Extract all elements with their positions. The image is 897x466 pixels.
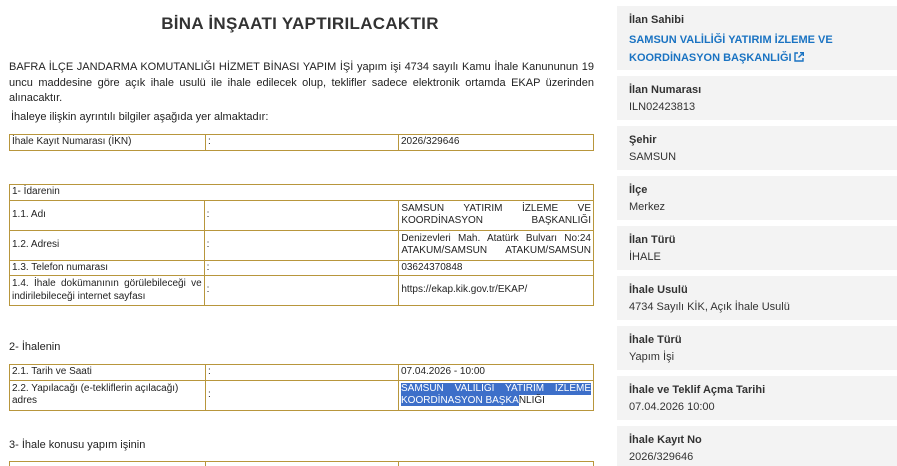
idare-address-sep: :	[203, 229, 400, 261]
idare-address-value: Denizevleri Mah. Atatürk Bulvarı No:24 A…	[398, 229, 594, 261]
table-row: 1.2. Adresi : Denizevleri Mah. Atatürk B…	[9, 229, 594, 261]
idare-web-label: 1.4. İhale dokümanının görülebileceği ve…	[9, 275, 205, 306]
ihale-address-value[interactable]: SAMSUN VALİLİĞİ YATIRIM İZLEME KOORDİNAS…	[398, 379, 594, 411]
konu-cell	[398, 461, 594, 466]
info-card-sehir: Şehir SAMSUN	[617, 126, 897, 170]
ihale-address-label: 2.2. Yapılacağı (e-tekliflerin açılacağı…	[9, 379, 206, 411]
idare-phone-sep: :	[203, 259, 400, 276]
table-row: 1.3. Telefon numarası : 03624370848	[9, 259, 594, 276]
unselected-text: NLIĞI	[518, 395, 545, 406]
idare-phone-value: 03624370848	[398, 259, 594, 276]
info-card-ilce: İlçe Merkez	[617, 176, 897, 220]
info-label: Şehir	[629, 134, 657, 146]
info-label: İhale Usulü	[629, 284, 688, 296]
ihale-address-sep: :	[205, 379, 399, 411]
ikn-sep: :	[205, 134, 399, 151]
idare-name-value: SAMSUN YATIRIM İZLEME VE KOORDİNASYON BA…	[398, 199, 594, 231]
info-label: İlan Türü	[629, 234, 676, 246]
table-row: İhale Kayıt Numarası (İKN) : 2026/329646	[9, 134, 594, 151]
ikn-label: İhale Kayıt Numarası (İKN)	[9, 134, 206, 151]
idare-name-sep: :	[203, 199, 400, 231]
table-row: 1.1. Adı : SAMSUN YATIRIM İZLEME VE KOOR…	[9, 199, 594, 231]
document-title: BİNA İNŞAATI YAPTIRILACAKTIR	[161, 14, 439, 33]
konu-cell	[205, 461, 399, 466]
info-card-ihale-kayit-no: İhale Kayıt No 2026/329646	[617, 426, 897, 466]
table-row: 1.4. İhale dokümanının görülebileceği ve…	[9, 275, 594, 306]
info-label: İhale Türü	[629, 334, 682, 346]
selected-text: KOORDİNASYON BAŞKA	[401, 395, 519, 406]
konu-heading: 3- İhale konusu yapım işinin	[9, 439, 146, 451]
table-row	[9, 461, 594, 466]
ihale-table: 2.1. Tarih ve Saati : 07.04.2026 - 10:00…	[9, 364, 594, 411]
ikn-value: 2026/329646	[398, 134, 594, 151]
table-row: 2.2. Yapılacağı (e-tekliflerin açılacağı…	[9, 379, 594, 411]
document-intro-details: İhaleye ilişkin ayrıntılı bilgiler aşağı…	[11, 111, 269, 123]
idare-phone-label: 1.3. Telefon numarası	[9, 259, 205, 276]
info-card-ihale-usulu: İhale Usulü 4734 Sayılı KİK, Açık İhale …	[617, 276, 897, 320]
idare-web-sep: :	[203, 275, 400, 306]
idare-table: 1- İdarenin 1.1. Adı : SAMSUN YATIRIM İZ…	[9, 184, 594, 306]
owner-label: İlan Sahibi	[629, 14, 685, 26]
table-row: 1- İdarenin	[9, 184, 594, 201]
info-value: Yapım İşi	[629, 351, 675, 363]
selected-text: SAMSUN VALİLİĞİ YATIRIM İZLEME	[401, 382, 591, 395]
info-label: İlçe	[629, 184, 648, 196]
document-intro: BAFRA İLÇE JANDARMA KOMUTANLIĞI HİZMET B…	[9, 61, 594, 104]
owner-link[interactable]: SAMSUN VALİLİĞİ YATIRIM İZLEME VE KOORDİ…	[629, 34, 833, 64]
info-value: 2026/329646	[629, 451, 694, 463]
external-link-icon	[793, 52, 804, 62]
idare-heading: 1- İdarenin	[9, 184, 594, 201]
info-label: İhale ve Teklif Açma Tarihi	[629, 384, 766, 396]
info-card-ilan-turu: İlan Türü İHALE	[617, 226, 897, 270]
ihale-heading: 2- İhalenin	[9, 341, 61, 353]
info-value: 4734 Sayılı KİK, Açık İhale Usulü	[629, 301, 790, 313]
table-row: 2.1. Tarih ve Saati : 07.04.2026 - 10:00	[9, 364, 594, 381]
owner-card: İlan Sahibi SAMSUN VALİLİĞİ YATIRIM İZLE…	[617, 6, 897, 70]
info-label: İlan Numarası	[629, 84, 702, 96]
info-label: İhale Kayıt No	[629, 434, 702, 446]
info-value: İHALE	[629, 251, 661, 263]
idare-name-label: 1.1. Adı	[9, 199, 205, 231]
ihale-date-label: 2.1. Tarih ve Saati	[9, 364, 206, 381]
idare-web-value: https://ekap.kik.gov.tr/EKAP/	[398, 275, 594, 306]
konu-cell	[9, 461, 206, 466]
info-value: SAMSUN	[629, 151, 677, 163]
idare-address-label: 1.2. Adresi	[9, 229, 205, 261]
info-value: ILN02423813	[629, 101, 696, 113]
info-value: 07.04.2026 10:00	[629, 401, 715, 413]
ihale-date-value: 07.04.2026 - 10:00	[398, 364, 594, 381]
info-card-ilan-numarasi: İlan Numarası ILN02423813	[617, 76, 897, 120]
info-value: Merkez	[629, 201, 666, 213]
info-card-ihale-turu: İhale Türü Yapım İşi	[617, 326, 897, 370]
ikn-table: İhale Kayıt Numarası (İKN) : 2026/329646	[9, 134, 594, 151]
announcement-document: BİNA İNŞAATI YAPTIRILACAKTIR BAFRA İLÇE …	[0, 0, 600, 466]
konu-table	[9, 461, 594, 466]
ihale-date-sep: :	[205, 364, 399, 381]
info-card-ihale-tarihi: İhale ve Teklif Açma Tarihi 07.04.2026 1…	[617, 376, 897, 420]
